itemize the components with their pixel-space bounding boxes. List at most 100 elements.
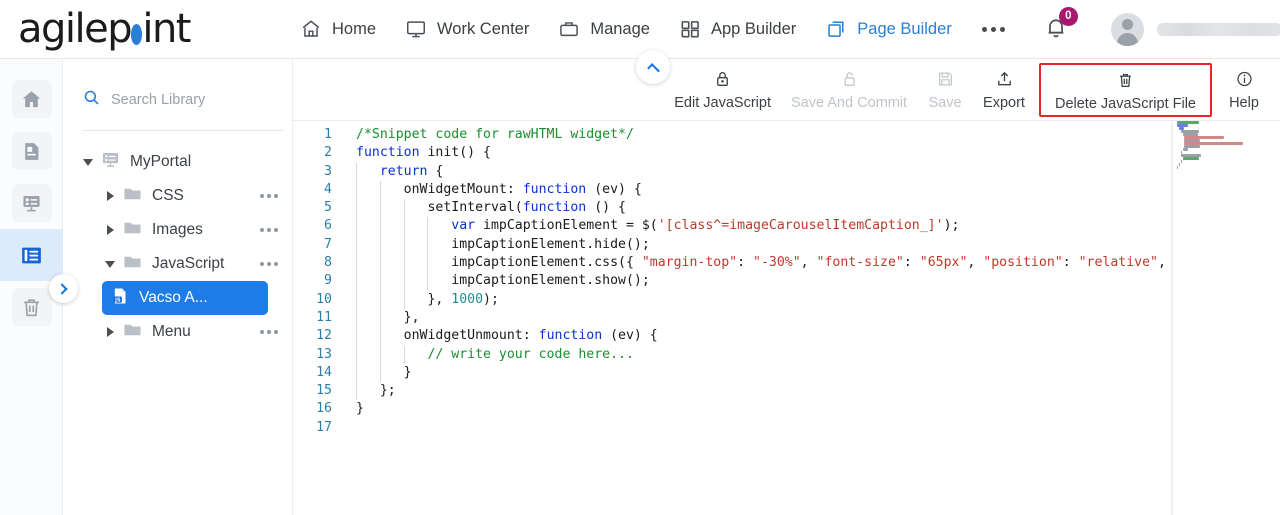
tree-node-images[interactable]: Images xyxy=(70,213,292,247)
line-code: impCaptionElement.css({ "margin-top": "-… xyxy=(345,254,1172,273)
main-content: Edit JavaScript Save And Commit Save Exp… xyxy=(292,59,1280,515)
indent-guide xyxy=(356,217,357,236)
code-line[interactable]: 1 /*Snippet code for rawHTML widget*/ xyxy=(301,126,1172,144)
indent-guide xyxy=(403,290,405,309)
code-line[interactable]: 10 }, 1000); xyxy=(301,290,1172,309)
minimap-segment xyxy=(1184,139,1200,142)
caret-right-icon[interactable] xyxy=(98,191,122,201)
minimap-line xyxy=(1173,169,1280,172)
rail-item-form-layout[interactable] xyxy=(0,177,63,229)
line-number: 12 xyxy=(316,328,332,344)
caret-down-icon[interactable] xyxy=(98,260,122,268)
code-line[interactable]: 9 impCaptionElement.show(); xyxy=(301,272,1172,291)
line-number: 13 xyxy=(316,346,332,362)
tree-node-css[interactable]: CSS xyxy=(70,179,292,213)
nav-item-page-builder[interactable]: Page Builder xyxy=(810,12,965,46)
nav-item-work-center[interactable]: Work Center xyxy=(390,12,543,46)
agilepoint-logo[interactable]: agilep int xyxy=(18,6,191,52)
code-line[interactable]: 7 impCaptionElement.hide(); xyxy=(301,235,1172,255)
line-number: 6 xyxy=(324,218,332,234)
line-code: }; xyxy=(345,382,396,401)
indent-guide xyxy=(356,345,357,364)
folder-icon xyxy=(122,319,143,345)
minimap-segment xyxy=(1184,145,1200,148)
line-number: 3 xyxy=(324,163,332,179)
code-line[interactable]: 13 // write your code here... xyxy=(301,345,1172,364)
nav-label-page-builder: Page Builder xyxy=(857,19,952,38)
nav-item-home[interactable]: Home xyxy=(285,12,390,46)
tree-menu-menu-icon[interactable] xyxy=(260,330,278,334)
logo-dot xyxy=(131,23,143,45)
help-button[interactable]: Help xyxy=(1216,65,1272,115)
user-menu[interactable] xyxy=(1110,12,1280,46)
code-line[interactable]: 11 }, xyxy=(301,308,1172,328)
indent-guide xyxy=(403,254,405,273)
main-navigation: Home Work Center Manage App Builder Page… xyxy=(285,12,1021,46)
minimap-segment xyxy=(1180,130,1200,133)
nav-label-manage: Manage xyxy=(590,19,650,38)
code-line[interactable]: 14 } xyxy=(301,363,1172,383)
dot-2 xyxy=(990,26,996,32)
rail-item-page[interactable] xyxy=(0,125,63,177)
edit-javascript-button[interactable]: Edit JavaScript xyxy=(664,65,781,115)
code-line[interactable]: 15 }; xyxy=(301,382,1172,401)
caret-right-icon[interactable] xyxy=(98,327,122,337)
code-line[interactable]: 17 xyxy=(301,419,1172,437)
caret-right-icon[interactable] xyxy=(98,225,122,235)
tree-node-myportal[interactable]: MyPortal xyxy=(70,145,292,179)
app-header: agilep int Home Work Center Manage App B… xyxy=(0,0,1280,59)
indent-guide xyxy=(403,235,405,255)
indent-guide xyxy=(356,308,357,328)
rail-item-library[interactable] xyxy=(0,229,63,281)
svg-text:JS: JS xyxy=(114,297,121,303)
indent-guide xyxy=(379,217,381,236)
edit-javascript-label: Edit JavaScript xyxy=(674,94,771,111)
line-number: 11 xyxy=(316,309,332,325)
expand-rail-button[interactable] xyxy=(49,274,78,303)
line-number: 14 xyxy=(316,364,332,380)
tree-node-vacso-file[interactable]: JS Vacso A... xyxy=(102,281,268,315)
tree-node-javascript[interactable]: JavaScript xyxy=(70,247,292,281)
tree-menu-javascript-icon[interactable] xyxy=(260,262,278,266)
save-button[interactable]: Save xyxy=(917,65,973,115)
indent-guide xyxy=(356,382,357,401)
tree-node-menu[interactable]: Menu xyxy=(70,315,292,349)
export-button[interactable]: Export xyxy=(973,65,1035,115)
tree-menu-css-icon[interactable] xyxy=(260,194,278,198)
pages-icon xyxy=(824,18,848,40)
code-lines[interactable]: 1 /*Snippet code for rawHTML widget*/ 2 fun… xyxy=(301,126,1172,515)
code-line[interactable]: 16} xyxy=(301,400,1172,418)
nav-label-home: Home xyxy=(332,19,377,38)
notifications-button[interactable]: 0 xyxy=(1043,6,1078,45)
indent-guide xyxy=(356,162,357,181)
minimap-segment xyxy=(1180,151,1182,154)
code-line[interactable]: 4 onWidgetMount: function (ev) { xyxy=(301,180,1172,200)
code-line[interactable]: 2 function init() { xyxy=(301,144,1172,162)
code-editor[interactable]: 1 /*Snippet code for rawHTML widget*/ 2 fun… xyxy=(293,121,1280,515)
save-and-commit-button[interactable]: Save And Commit xyxy=(781,65,917,115)
indent-guide xyxy=(379,180,381,200)
indent-guide xyxy=(427,272,429,291)
floppy-disk-icon xyxy=(936,69,955,90)
code-line[interactable]: 5 setInterval(function () { xyxy=(301,199,1172,218)
user-name-redacted xyxy=(1156,22,1280,36)
caret-down-icon[interactable] xyxy=(76,158,100,166)
rail-item-home[interactable] xyxy=(0,73,63,125)
indent-guide xyxy=(403,199,405,218)
indent-guide xyxy=(356,290,357,309)
code-line[interactable]: 3 return { xyxy=(301,162,1172,181)
logo-text-second: int xyxy=(142,6,191,52)
collapse-header-button[interactable] xyxy=(636,50,670,84)
line-code: function init() { xyxy=(356,145,491,161)
delete-javascript-file-button[interactable]: Delete JavaScript File xyxy=(1049,70,1202,112)
line-code: } xyxy=(356,401,364,417)
nav-item-manage[interactable]: Manage xyxy=(543,12,664,46)
tree-menu-images-icon[interactable] xyxy=(260,228,278,232)
code-minimap[interactable] xyxy=(1172,121,1280,515)
code-line[interactable]: 6 var impCaptionElement = $('[class^=ima… xyxy=(301,217,1172,236)
code-line[interactable]: 8 impCaptionElement.css({ "margin-top": … xyxy=(301,254,1172,273)
nav-item-app-builder[interactable]: App Builder xyxy=(664,12,810,46)
search-input[interactable] xyxy=(111,91,266,108)
nav-more-menu-icon[interactable] xyxy=(966,21,1021,38)
code-line[interactable]: 12 onWidgetUnmount: function (ev) { xyxy=(301,327,1172,346)
